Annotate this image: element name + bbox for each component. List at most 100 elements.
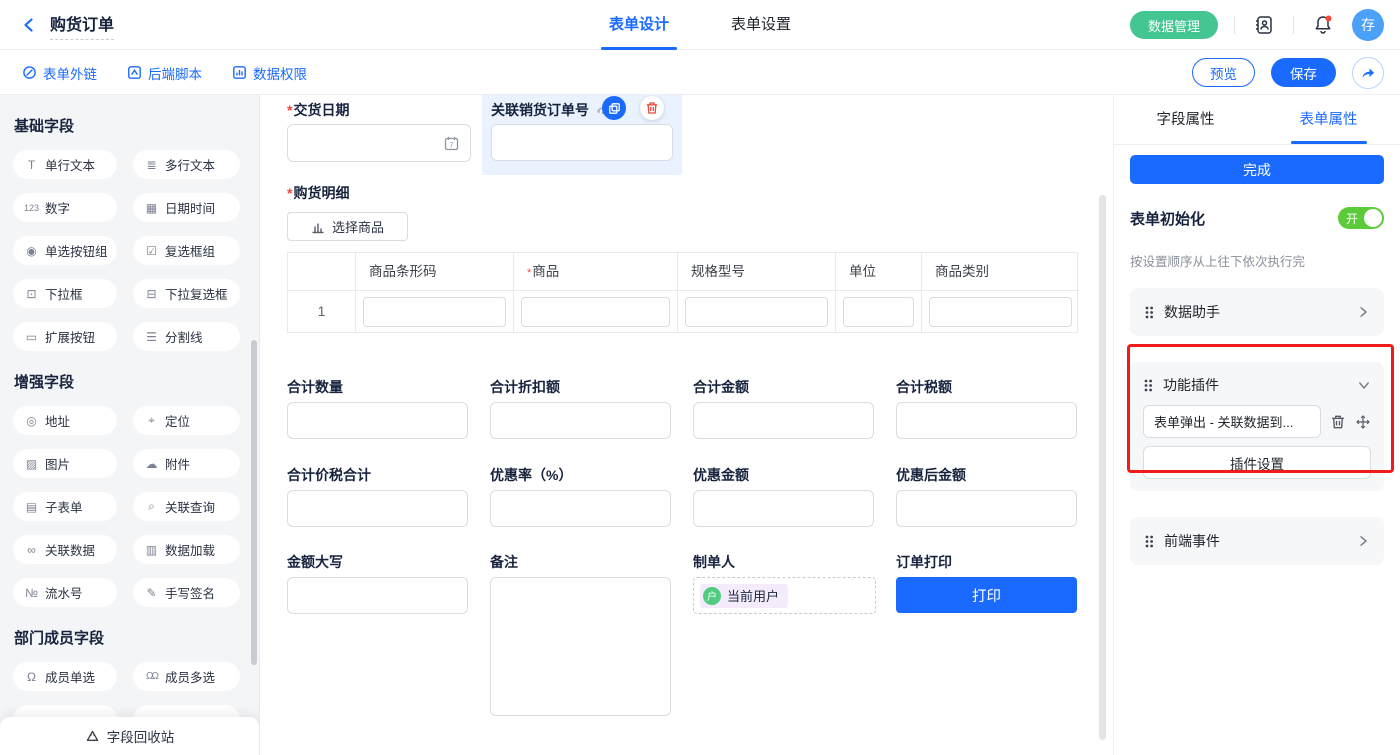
field-discount-rate[interactable]: 优惠率（%） (490, 465, 671, 527)
after-discount-input[interactable] (896, 490, 1077, 527)
field-library-sidebar: 基础字段 T单行文本 ≣多行文本 123数字 ▦日期时间 ◉单选按钮组 ☑复选框… (0, 95, 260, 755)
preview-button[interactable]: 预览 (1192, 58, 1255, 87)
delete-field-button[interactable] (640, 96, 664, 120)
field-button-image[interactable]: ▨图片 (13, 449, 117, 478)
field-discount-amount[interactable]: 优惠金额 (693, 465, 874, 527)
form-init-toggle[interactable]: 开 (1338, 207, 1384, 229)
table-cell (678, 291, 836, 332)
total-quantity-input[interactable] (287, 402, 468, 439)
table-header-row: 商品条形码 *商品 规格型号 单位 商品类别 (288, 253, 1077, 291)
col-header-barcode[interactable]: 商品条形码 (356, 253, 514, 291)
form-toolbar: 表单外链 后端脚本 数据权限 预览 保存 (0, 50, 1400, 95)
notification-button[interactable] (1310, 12, 1336, 38)
field-button-subform[interactable]: ▤子表单 (13, 492, 117, 521)
field-total-amount[interactable]: 合计金额 (693, 377, 874, 439)
field-button-member-multi[interactable]: ΩΩ成员多选 (133, 662, 240, 691)
col-header-product[interactable]: *商品 (514, 253, 678, 291)
front-event-card[interactable]: 前端事件 (1130, 517, 1384, 565)
field-button-linked-data[interactable]: ∞关联数据 (13, 535, 117, 564)
field-after-discount[interactable]: 优惠后金额 (896, 465, 1077, 527)
remark-textarea[interactable] (490, 577, 671, 716)
row-index: 1 (288, 291, 356, 332)
barcode-input[interactable] (363, 297, 506, 327)
done-button[interactable]: 完成 (1130, 155, 1384, 184)
plugin-settings-button[interactable]: 插件设置 (1143, 446, 1371, 479)
total-tax-input[interactable] (896, 402, 1077, 439)
field-button-number[interactable]: 123数字 (13, 193, 117, 222)
field-total-tax[interactable]: 合计税额 (896, 377, 1077, 439)
field-button-single-line-text[interactable]: T单行文本 (13, 150, 117, 179)
spec-input[interactable] (685, 297, 828, 327)
radio-icon: ◉ (24, 244, 39, 258)
plugin-delete-button[interactable] (1330, 414, 1346, 430)
tab-field-properties[interactable]: 字段属性 (1114, 95, 1257, 144)
field-button-signature[interactable]: ✎手写签名 (133, 578, 240, 607)
amount-in-words-input[interactable] (287, 577, 468, 614)
script-icon (127, 65, 142, 80)
sidebar-scrollbar[interactable] (251, 340, 257, 665)
field-total-with-tax[interactable]: 合计价税合计 (287, 465, 468, 527)
field-button-serial-number[interactable]: №流水号 (13, 578, 117, 607)
creator-value-box[interactable]: 户 当前用户 (693, 577, 876, 614)
col-header-spec[interactable]: 规格型号 (678, 253, 836, 291)
field-amount-in-words[interactable]: 金额大写 (287, 552, 468, 614)
plugin-card-header[interactable]: 功能插件 (1143, 372, 1371, 398)
external-link-button[interactable]: 表单外链 (22, 63, 97, 83)
field-remark[interactable]: 备注 (490, 552, 671, 716)
tab-form-properties[interactable]: 表单属性 (1257, 95, 1400, 144)
chain-icon: ∞ (24, 543, 39, 557)
share-button[interactable] (1352, 57, 1384, 89)
data-helper-card[interactable]: 数据助手 (1130, 288, 1384, 336)
plugin-move-handle[interactable] (1355, 414, 1371, 430)
field-button-datetime[interactable]: ▦日期时间 (133, 193, 240, 222)
field-button-divider[interactable]: ☰分割线 (133, 322, 240, 351)
product-input[interactable] (521, 297, 670, 327)
related-order-input[interactable] (491, 124, 673, 161)
field-button-extend-button[interactable]: ▭扩展按钮 (13, 322, 117, 351)
field-button-radio-group[interactable]: ◉单选按钮组 (13, 236, 117, 265)
field-button-member-single[interactable]: Ω成员单选 (13, 662, 117, 691)
serial-icon: № (24, 586, 39, 600)
selected-field-related-order[interactable]: 关联销货订单号 (482, 95, 682, 175)
delivery-date-input[interactable]: 7 (287, 124, 471, 162)
field-button-dropdown[interactable]: ⊡下拉框 (13, 279, 117, 308)
address-book-button[interactable] (1251, 12, 1277, 38)
field-order-print[interactable]: 订单打印 打印 (896, 552, 1077, 613)
print-button[interactable]: 打印 (896, 577, 1077, 613)
col-header-unit[interactable]: 单位 (836, 253, 922, 291)
discount-amount-input[interactable] (693, 490, 874, 527)
image-icon: ▨ (24, 457, 39, 471)
data-manage-button[interactable]: 数据管理 (1130, 11, 1218, 39)
field-total-discount[interactable]: 合计折扣额 (490, 377, 671, 439)
total-amount-input[interactable] (693, 402, 874, 439)
data-permission-button[interactable]: 数据权限 (232, 63, 307, 83)
copy-field-button[interactable] (602, 96, 626, 120)
col-header-category[interactable]: 商品类别 (922, 253, 1079, 291)
tab-form-design[interactable]: 表单设计 (609, 0, 669, 50)
total-discount-input[interactable] (490, 402, 671, 439)
field-button-dropdown-multi[interactable]: ⊟下拉复选框 (133, 279, 240, 308)
canvas-scrollbar[interactable] (1099, 195, 1106, 740)
field-recycle-bin[interactable]: 字段回收站 (0, 717, 259, 755)
plugin-card: 功能插件 表单弹出 - 关联数据到... (1130, 362, 1384, 491)
save-button[interactable]: 保存 (1271, 58, 1336, 87)
field-button-data-load[interactable]: ▥数据加载 (133, 535, 240, 564)
discount-rate-input[interactable] (490, 490, 671, 527)
category-input[interactable] (929, 297, 1072, 327)
field-button-location[interactable]: ⌖定位 (133, 406, 240, 435)
user-avatar[interactable]: 存 (1352, 9, 1384, 41)
field-button-checkbox-group[interactable]: ☑复选框组 (133, 236, 240, 265)
select-product-button[interactable]: 选择商品 (287, 212, 408, 241)
field-button-multi-line-text[interactable]: ≣多行文本 (133, 150, 240, 179)
field-button-address[interactable]: ◎地址 (13, 406, 117, 435)
unit-input[interactable] (843, 297, 914, 327)
plugin-item[interactable]: 表单弹出 - 关联数据到... (1143, 405, 1321, 438)
field-button-linked-query[interactable]: ⌕关联查询 (133, 492, 240, 521)
tab-form-settings[interactable]: 表单设置 (731, 0, 791, 50)
field-creator[interactable]: 制单人 户 当前用户 (693, 552, 874, 614)
bell-icon (1312, 14, 1334, 36)
field-total-quantity[interactable]: 合计数量 (287, 377, 468, 439)
total-with-tax-input[interactable] (287, 490, 468, 527)
field-button-attachment[interactable]: ☁附件 (133, 449, 240, 478)
backend-script-button[interactable]: 后端脚本 (127, 63, 202, 83)
